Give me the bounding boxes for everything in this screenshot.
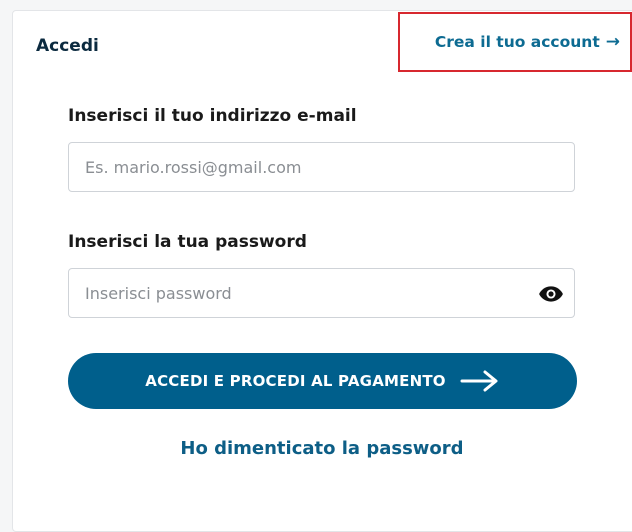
password-field-container (68, 268, 575, 318)
create-account-link[interactable]: Crea il tuo account → (398, 12, 632, 72)
email-field[interactable] (69, 143, 525, 191)
login-and-pay-label: ACCEDI E PROCEDI AL PAGAMENTO (145, 372, 446, 390)
arrow-right-icon: → (605, 32, 620, 52)
login-and-pay-button[interactable]: ACCEDI E PROCEDI AL PAGAMENTO (68, 353, 577, 409)
create-account-label: Crea il tuo account (434, 33, 600, 51)
email-field-container (68, 142, 575, 192)
forgot-password-link[interactable]: Ho dimenticato la password (0, 438, 632, 459)
email-label: Inserisci il tuo indirizzo e-mail (68, 106, 357, 126)
arrow-right-icon (460, 370, 498, 392)
password-label: Inserisci la tua password (68, 232, 307, 252)
eye-icon[interactable] (538, 281, 564, 307)
page-title: Accedi (36, 36, 99, 56)
password-field[interactable] (69, 269, 525, 317)
